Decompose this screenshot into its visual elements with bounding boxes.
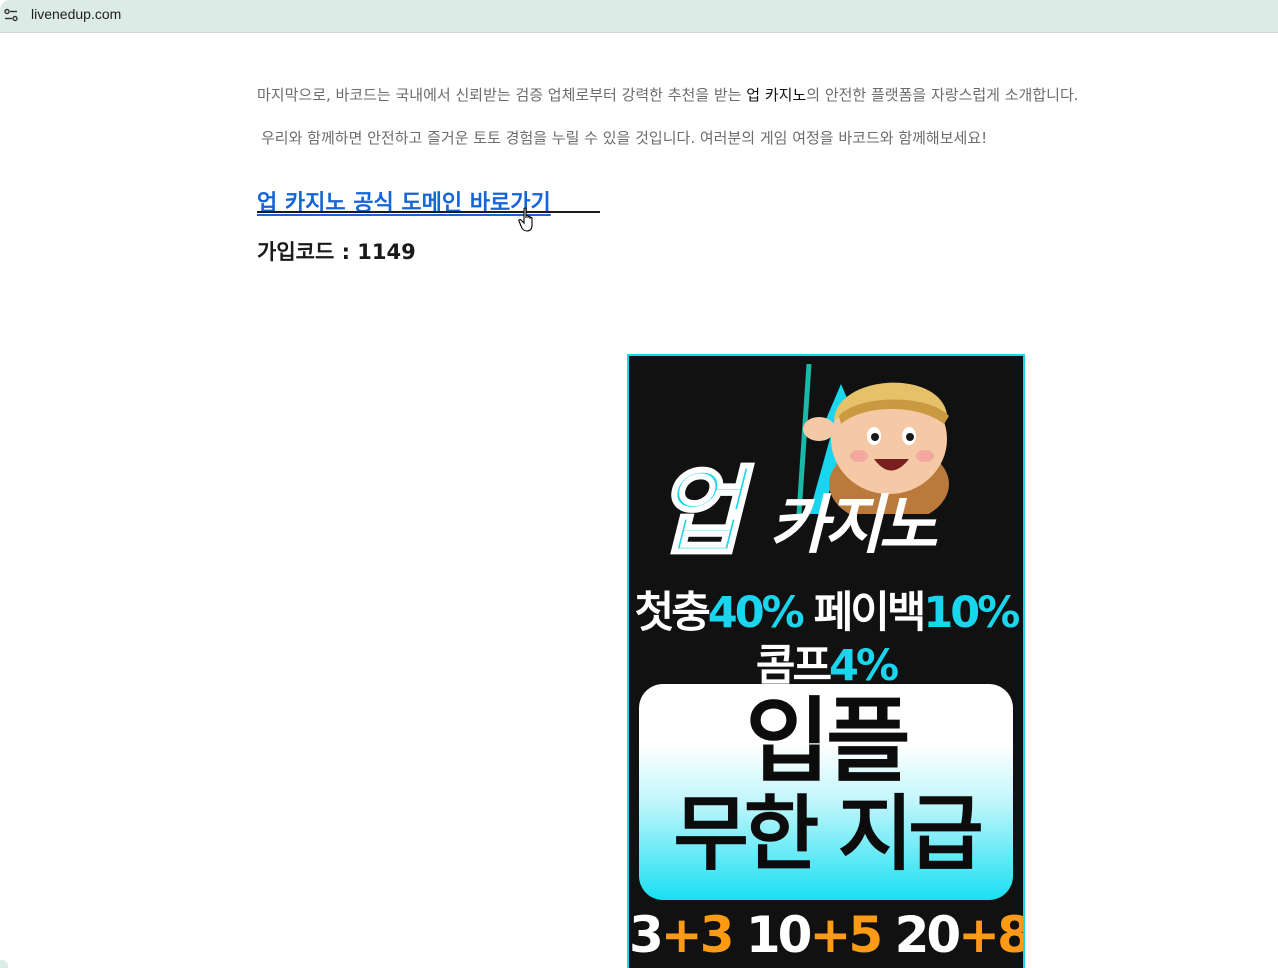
up-casino-logo: 업 카지노 xyxy=(629,456,1023,574)
casino-banner-ad[interactable]: 업 카지노 첫충40% 페이백10% 콤프4% 입플 무한 지급 3+3 10+… xyxy=(627,354,1025,968)
signup-code: 가입코드 : 1149 xyxy=(257,240,416,264)
logo-big-char: 업 xyxy=(653,456,744,568)
brand-name: 업 카지노 xyxy=(746,86,807,104)
unlimited-bonus-box: 입플 무한 지급 xyxy=(639,684,1013,900)
address-bar[interactable]: livenedup.com xyxy=(0,0,1278,33)
url-text[interactable]: livenedup.com xyxy=(31,6,121,22)
paragraph-intro: 마지막으로, 바코드는 국내에서 신뢰받는 검증 업체로부터 강력한 추천을 받… xyxy=(257,84,1079,105)
bonus-tier-3-base: 20 xyxy=(880,906,962,964)
bonus-tier-3-extra: +8 xyxy=(958,906,1025,964)
paragraph-invite: 우리와 함께하면 안전하고 즐거운 토토 경험을 누릴 수 있을 것입니다. 여… xyxy=(261,129,988,147)
box-title-line1: 입플 xyxy=(745,688,910,795)
bonus-tier-1-base: 3 xyxy=(629,906,664,964)
paragraph-intro-end: 의 안전한 플랫폼을 자랑스럽게 소개합니다. xyxy=(806,86,1079,104)
box-title-line2: 무한 지급 xyxy=(673,787,983,882)
paragraph-intro-start: 마지막으로, 바코드는 국내에서 신뢰받는 검증 업체로부터 강력한 추천을 받… xyxy=(257,86,747,104)
bonus-tier-1-extra: +3 xyxy=(660,906,735,964)
bonus-tier-2-extra: +5 xyxy=(809,906,883,964)
logo-rest-text: 카지노 xyxy=(769,489,938,563)
window-corner xyxy=(0,960,8,968)
link-underline-rule xyxy=(257,211,600,213)
site-info-icon[interactable] xyxy=(3,7,19,23)
bonus-tiers: 3+3 10+5 20+8 xyxy=(629,908,1023,963)
hand-cursor-icon xyxy=(518,207,533,232)
bonus-tier-2-base: 10 xyxy=(731,906,813,964)
